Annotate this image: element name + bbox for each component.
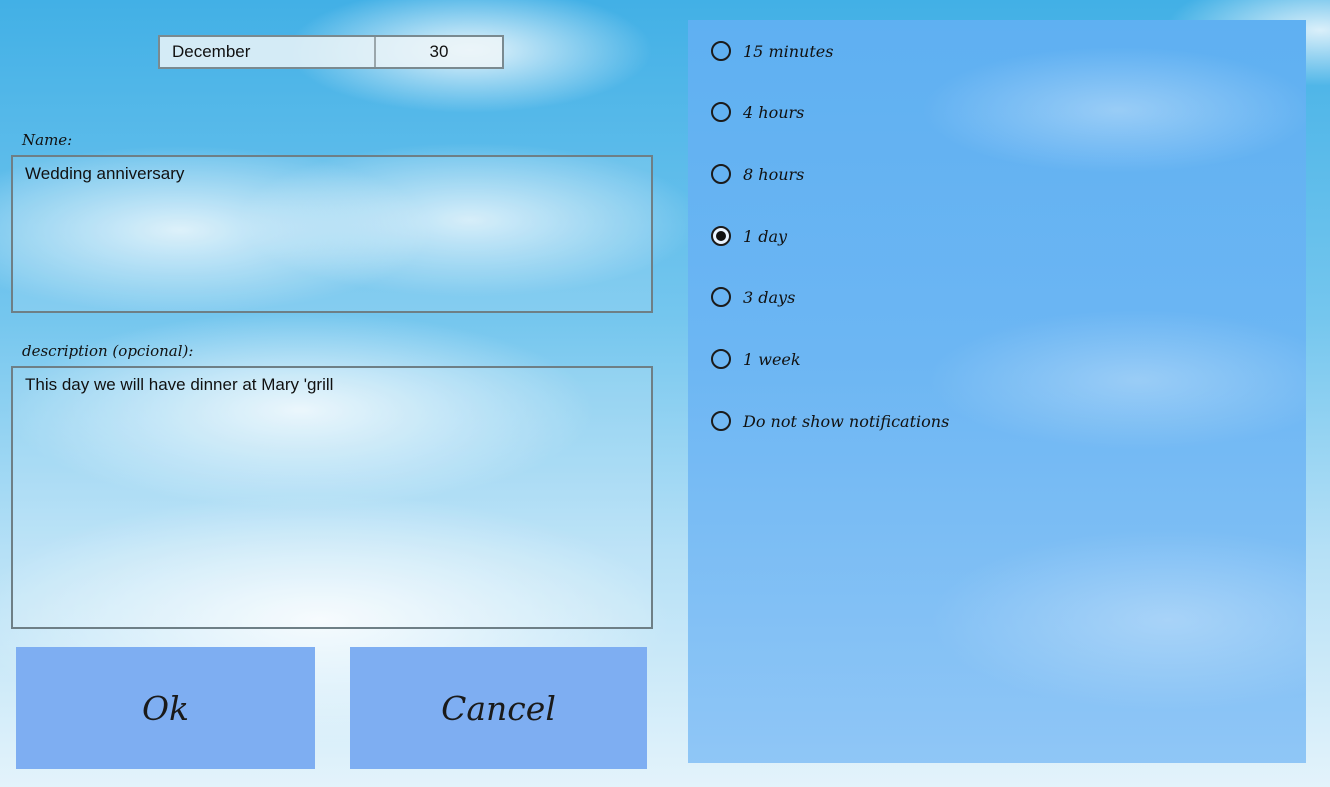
description-label: description (opcional): — [22, 342, 194, 360]
radio-3-days[interactable]: 3 days — [711, 283, 795, 311]
date-picker[interactable]: December 30 — [158, 35, 504, 69]
radio-4-hours[interactable]: 4 hours — [711, 98, 804, 126]
radio-15-minutes[interactable]: 15 minutes — [711, 37, 833, 65]
month-select[interactable]: December — [160, 37, 376, 67]
radio-1-week[interactable]: 1 week — [711, 345, 801, 373]
radio-8-hours[interactable]: 8 hours — [711, 160, 804, 188]
radio-label: 4 hours — [743, 102, 805, 122]
radio-circle[interactable] — [711, 102, 731, 122]
radio-label: 1 day — [743, 226, 788, 246]
ok-button[interactable]: Ok — [16, 647, 315, 769]
description-input[interactable]: This day we will have dinner at Mary 'gr… — [11, 366, 653, 629]
day-select[interactable]: 30 — [376, 37, 502, 67]
radio-1-day[interactable]: 1 day — [711, 222, 787, 250]
radio-label: 15 minutes — [743, 41, 834, 61]
radio-label: Do not show notifications — [743, 411, 950, 431]
radio-no-notifications[interactable]: Do not show notifications — [711, 407, 949, 435]
name-input[interactable]: Wedding anniversary — [11, 155, 653, 313]
name-label: Name: — [22, 131, 73, 149]
radio-circle[interactable] — [711, 349, 731, 369]
radio-circle[interactable] — [711, 287, 731, 307]
radio-label: 8 hours — [743, 164, 805, 184]
radio-label: 1 week — [743, 349, 801, 369]
radio-circle[interactable] — [711, 41, 731, 61]
radio-circle-selected[interactable] — [711, 226, 731, 246]
cancel-button[interactable]: Cancel — [350, 647, 647, 769]
radio-circle[interactable] — [711, 411, 731, 431]
notification-panel: 15 minutes 4 hours 8 hours 1 day 3 days … — [688, 20, 1306, 763]
radio-label: 3 days — [743, 287, 796, 307]
radio-circle[interactable] — [711, 164, 731, 184]
radio-dot — [716, 231, 726, 241]
